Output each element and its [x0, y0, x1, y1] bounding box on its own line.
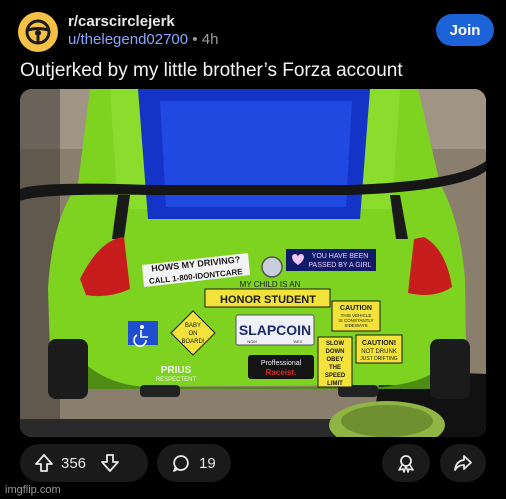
vote-count: 356: [61, 454, 87, 472]
post-title[interactable]: Outjerked by my little brother’s Forza a…: [20, 60, 403, 82]
sticker-prius: PRIUS RESPECTENT: [156, 365, 197, 383]
svg-text:Proffessional: Proffessional: [261, 360, 302, 367]
post-header: r/carscirclejerk u/thelegend02700 • 4h J…: [18, 12, 494, 52]
right-tire: [430, 339, 470, 399]
left-tire: [48, 339, 88, 399]
sticker-passed-by-a-girl: YOU HAVE BEEN PASSED BY A GIRL: [286, 249, 376, 271]
nissan-badge: [261, 256, 283, 278]
svg-text:ON: ON: [189, 331, 198, 337]
svg-text:RESPECTENT: RESPECTENT: [156, 377, 197, 383]
share-icon: [453, 453, 473, 473]
award-icon: [396, 453, 416, 473]
sticker-handicap: [128, 321, 158, 347]
svg-text:LIMIT: LIMIT: [327, 381, 343, 387]
post-meta: u/thelegend02700 • 4h: [68, 31, 218, 48]
vote-bar: 356: [20, 444, 148, 482]
author-link[interactable]: u/thelegend02700: [68, 31, 188, 48]
svg-text:NOT DRUNK: NOT DRUNK: [361, 349, 397, 355]
svg-text:OBEY: OBEY: [326, 357, 343, 363]
sticker-not-drunk: CAUTION! NOT DRUNK JUST DRIFTING: [355, 334, 403, 364]
svg-text:PASSED BY A GIRL: PASSED BY A GIRL: [308, 262, 371, 269]
downvote-icon[interactable]: [100, 453, 120, 473]
svg-text:CAUTION: CAUTION: [340, 305, 372, 312]
award-button[interactable]: [382, 444, 430, 482]
imgflip-watermark: imgflip.com: [5, 484, 61, 496]
comment-icon: [171, 453, 191, 473]
share-button[interactable]: [440, 444, 486, 482]
svg-text:CAUTION!: CAUTION!: [362, 340, 396, 347]
svg-text:DOWN: DOWN: [326, 349, 345, 355]
svg-text:NOM: NOM: [247, 339, 256, 344]
post-age: 4h: [201, 31, 219, 48]
comments-button[interactable]: 19: [157, 444, 231, 482]
svg-text:SLAPCOIN: SLAPCOIN: [239, 322, 311, 338]
svg-text:PRIUS: PRIUS: [161, 365, 192, 376]
exhaust-left: [140, 385, 180, 397]
steering-wheel-icon: [25, 19, 51, 45]
svg-text:BOARD!: BOARD!: [181, 339, 204, 345]
join-button[interactable]: Join: [436, 14, 494, 46]
post-image[interactable]: HOWS MY DRIVING? CALL 1-800-IDONTCARE YO…: [20, 89, 486, 437]
svg-text:YOU HAVE BEEN: YOU HAVE BEEN: [312, 253, 369, 260]
subreddit-icon[interactable]: [18, 12, 58, 52]
comment-count: 19: [199, 454, 216, 472]
svg-text:SPEED: SPEED: [325, 373, 346, 379]
svg-text:Raceist.: Raceist.: [266, 368, 297, 377]
svg-text:SIDEWAYS: SIDEWAYS: [344, 323, 367, 328]
svg-text:SLOW: SLOW: [326, 341, 344, 347]
svg-text:HONOR STUDENT: HONOR STUDENT: [220, 294, 316, 306]
upvote-icon[interactable]: [34, 453, 54, 473]
sticker-professional-raceist: Proffessional Raceist.: [248, 355, 314, 379]
svg-text:WEX: WEX: [293, 339, 302, 344]
meta-separator: •: [192, 31, 198, 48]
svg-text:JUST DRIFTING: JUST DRIFTING: [360, 356, 398, 362]
svg-text:MY CHILD IS AN: MY CHILD IS AN: [240, 280, 301, 289]
subreddit-name[interactable]: r/carscirclejerk: [68, 13, 175, 30]
svg-text:BABY: BABY: [185, 323, 201, 329]
license-plate: SLAPCOIN NOM WEX: [235, 314, 315, 346]
sticker-caution-sideways: CAUTION THIS VEHICLE IS CONSTANTLY SIDEW…: [331, 300, 381, 332]
sticker-slow-down: SLOW DOWN OBEY THE SPEED LIMIT: [317, 336, 353, 388]
svg-text:THE: THE: [329, 365, 341, 371]
